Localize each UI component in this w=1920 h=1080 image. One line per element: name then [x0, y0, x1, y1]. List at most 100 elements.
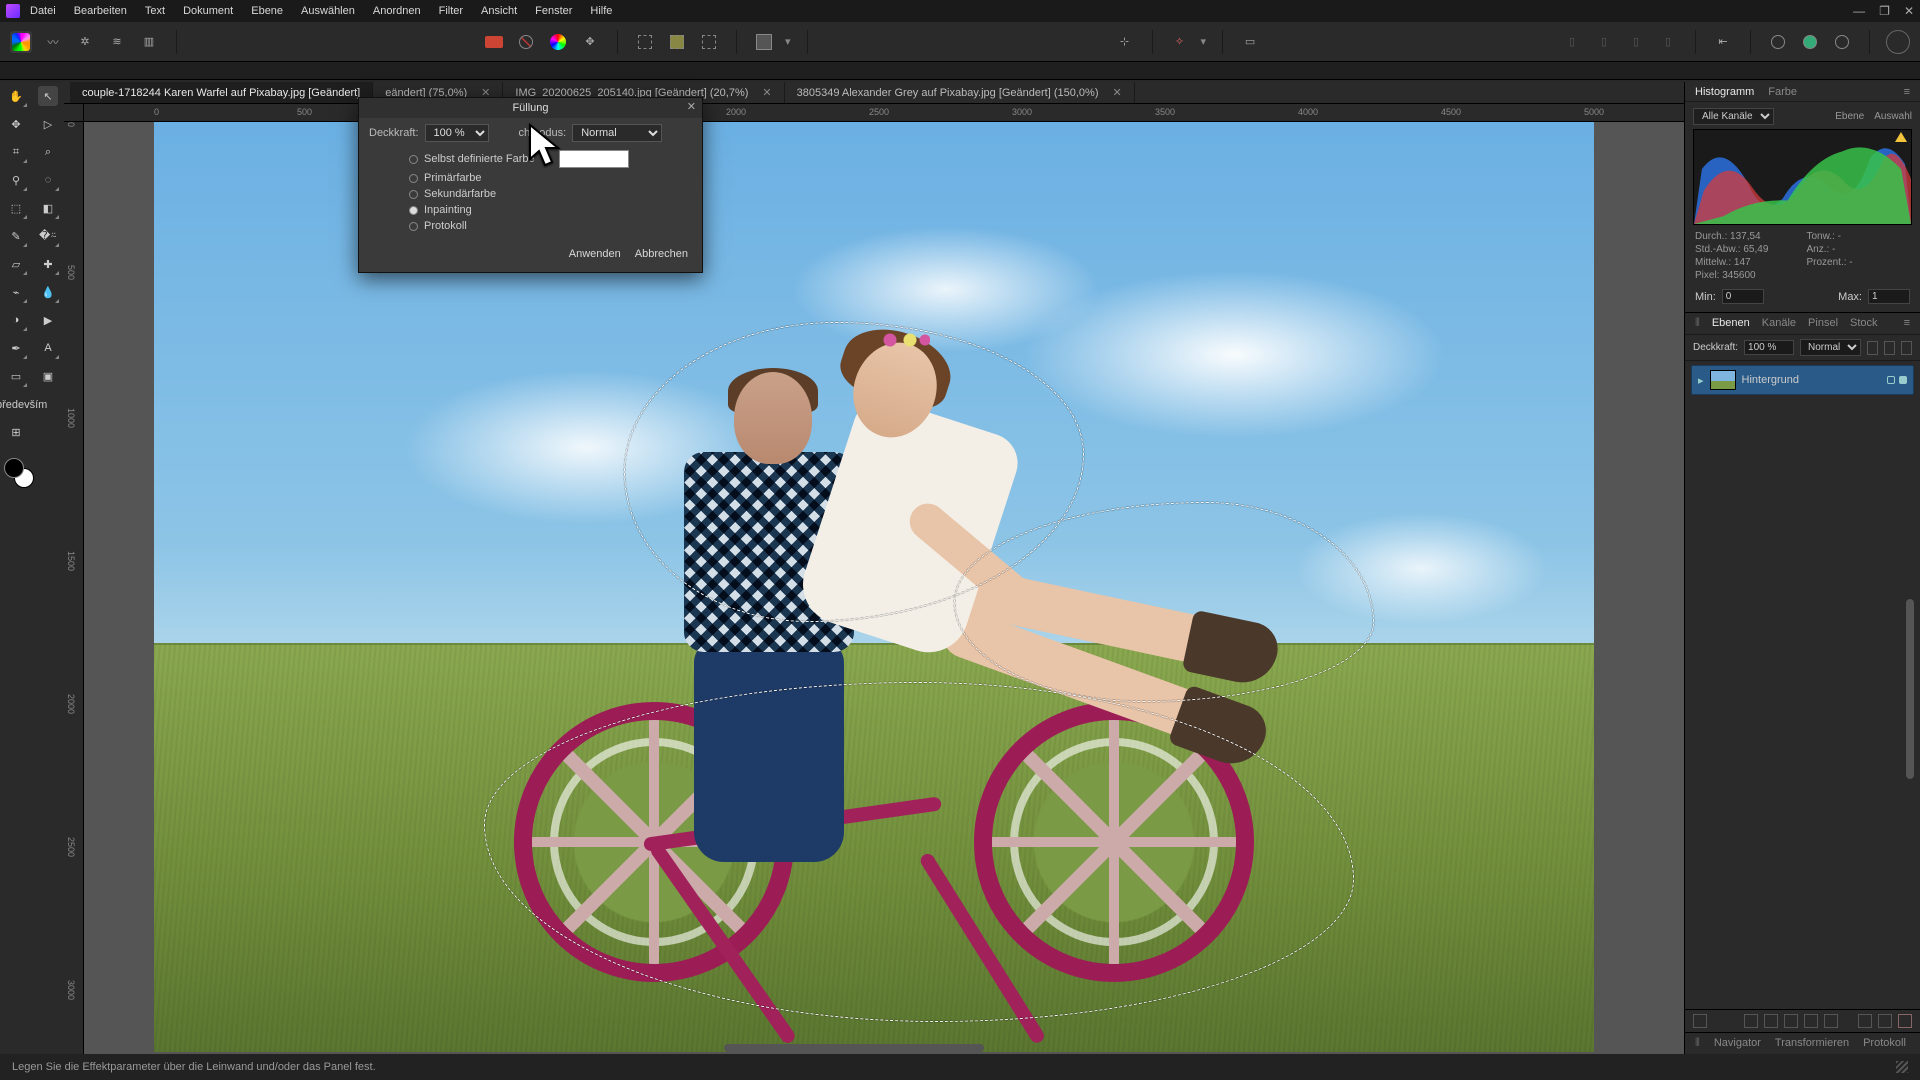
footer-icon[interactable] [1804, 1014, 1818, 1028]
fill-tool-icon[interactable]: �⍨ [38, 226, 58, 246]
tab-layers[interactable]: Ebenen [1712, 317, 1750, 330]
trash-icon[interactable] [1898, 1014, 1912, 1028]
menu-fenster[interactable]: Fenster [535, 5, 572, 17]
fill-option[interactable]: Primärfarbe [409, 172, 692, 184]
color-swatch[interactable] [559, 150, 629, 168]
live-b-icon[interactable] [1799, 31, 1821, 53]
account-avatar[interactable] [1886, 30, 1910, 54]
cancel-button[interactable]: Abbrechen [635, 248, 688, 260]
color-swatches[interactable] [4, 458, 34, 488]
shape-tool-icon[interactable]: ▭ [6, 366, 26, 386]
snap-icon[interactable]: ⊹ [1114, 31, 1136, 53]
swatch-button[interactable] [483, 31, 505, 53]
selection-mode-a-icon[interactable] [634, 31, 656, 53]
window-minimize[interactable]: — [1853, 4, 1865, 18]
footer-icon[interactable] [1858, 1014, 1872, 1028]
persona-photo-icon[interactable] [10, 31, 32, 53]
layer-opt-a-icon[interactable] [1867, 341, 1878, 355]
marquee-tool-icon[interactable]: ◌ [38, 170, 58, 190]
chevron-down-icon[interactable]: ▾ [785, 35, 791, 48]
tab-close-icon[interactable]: ✕ [762, 86, 771, 99]
scope-layer[interactable]: Ebene [1835, 111, 1864, 122]
flood-tool-icon[interactable]: ⬚ [6, 198, 26, 218]
scrollbar-horizontal[interactable] [724, 1044, 984, 1052]
document-tab[interactable]: couple-1718244 Karen Warfel auf Pixabay.… [70, 82, 373, 103]
fill-option[interactable]: Inpainting [409, 204, 692, 216]
panel-menu-icon[interactable]: ≡ [1904, 86, 1910, 98]
blendmode-select[interactable]: Normal [572, 124, 662, 142]
color-wheel-icon[interactable] [547, 31, 569, 53]
fill-option[interactable]: Protokoll [409, 220, 692, 232]
eyedropper-icon[interactable]: ✥ [579, 31, 601, 53]
viewport[interactable] [84, 122, 1684, 1054]
pen-tool-icon[interactable]: ✒ [6, 338, 26, 358]
tab-history[interactable]: Protokoll [1863, 1037, 1906, 1050]
menu-text[interactable]: Text [145, 5, 165, 17]
artistic-text-icon[interactable]: A [38, 338, 58, 358]
layer-opt-b-icon[interactable] [1884, 341, 1895, 355]
selection-brush-icon[interactable]: ⚲ [6, 170, 26, 190]
footer-icon[interactable] [1784, 1014, 1798, 1028]
preview-icon[interactable]: ▭ [1239, 31, 1261, 53]
tab-transform[interactable]: Transformieren [1775, 1037, 1849, 1050]
menu-anordnen[interactable]: Anordnen [373, 5, 421, 17]
menu-dokument[interactable]: Dokument [183, 5, 233, 17]
menu-hilfe[interactable]: Hilfe [590, 5, 612, 17]
footer-icon[interactable] [1824, 1014, 1838, 1028]
tab-channels[interactable]: Kanäle [1762, 317, 1796, 330]
channel-select[interactable]: Alle Kanäle [1693, 108, 1774, 125]
layer-blend-select[interactable]: Normal [1800, 339, 1861, 356]
live-a-icon[interactable] [1767, 31, 1789, 53]
opacity-select[interactable]: 100 % [425, 124, 489, 142]
menu-auswählen[interactable]: Auswählen [301, 5, 355, 17]
mesh-tool-icon[interactable]: ▶ [38, 310, 58, 330]
scrollbar-vertical[interactable] [1906, 599, 1914, 779]
move-tool-icon[interactable]: ✥ [6, 114, 26, 134]
dialog-close-icon[interactable]: ✕ [687, 100, 696, 113]
frame-text-icon[interactable]: ▣ [38, 366, 58, 386]
menu-datei[interactable]: Datei [30, 5, 56, 17]
persona-liquify-icon[interactable]: 〰 [42, 31, 64, 53]
dialog-titlebar[interactable]: Füllung ✕ [359, 98, 702, 118]
erase-tool-icon[interactable]: ▱ [6, 254, 26, 274]
footer-icon[interactable] [1764, 1014, 1778, 1028]
selection-mode-c-icon[interactable] [698, 31, 720, 53]
persona-tone-icon[interactable]: ≋ [106, 31, 128, 53]
canvas-area[interactable]: 0500100015002000250030003500400045005000… [64, 104, 1684, 1054]
layer-opt-c-icon[interactable] [1901, 341, 1912, 355]
window-maximize[interactable]: ❐ [1879, 4, 1890, 18]
document-tab[interactable]: 3805349 Alexander Grey auf Pixabay.jpg [… [785, 82, 1135, 103]
chevron-down-icon[interactable]: ▾ [1201, 35, 1207, 48]
window-close[interactable]: ✕ [1904, 4, 1914, 18]
fill-option[interactable]: Selbst definierte Farbe [409, 150, 692, 168]
max-input[interactable] [1868, 289, 1910, 304]
footer-icon[interactable] [1744, 1014, 1758, 1028]
apply-button[interactable]: Anwenden [569, 248, 621, 260]
hand-tool-icon[interactable]: ✋ [6, 86, 26, 106]
heal-tool-icon[interactable]: ✚ [38, 254, 58, 274]
layer-opacity-input[interactable] [1744, 340, 1794, 355]
assistant-icon[interactable]: ✧ [1169, 31, 1191, 53]
tab-stock[interactable]: Stock [1850, 317, 1878, 330]
tab-color[interactable]: Farbe [1768, 86, 1797, 98]
tab-brushes[interactable]: Pinsel [1808, 317, 1838, 330]
text-tool-icon[interactable]: �především [6, 394, 26, 414]
tab-histogram[interactable]: Histogramm [1695, 86, 1754, 98]
selection-mode-b-icon[interactable] [666, 31, 688, 53]
align-icon[interactable]: ⇤ [1712, 31, 1734, 53]
ruler-origin[interactable] [64, 104, 84, 122]
menu-ebene[interactable]: Ebene [251, 5, 283, 17]
tab-close-icon[interactable]: ✕ [1113, 86, 1122, 99]
arrow-tool-icon[interactable]: ↖ [38, 86, 58, 106]
live-c-icon[interactable] [1831, 31, 1853, 53]
node-tool-icon[interactable]: ▷ [38, 114, 58, 134]
menu-filter[interactable]: Filter [439, 5, 463, 17]
panel-menu-icon[interactable]: ≡ [1904, 317, 1910, 330]
menu-bearbeiten[interactable]: Bearbeiten [74, 5, 127, 17]
dodge-tool-icon[interactable]: ◑ [6, 310, 26, 330]
resize-grip-icon[interactable] [1896, 1061, 1908, 1073]
tab-navigator[interactable]: Navigator [1714, 1037, 1761, 1050]
persona-develop-icon[interactable]: ✲ [74, 31, 96, 53]
scope-selection[interactable]: Auswahl [1874, 111, 1912, 122]
footer-icon[interactable] [1878, 1014, 1892, 1028]
